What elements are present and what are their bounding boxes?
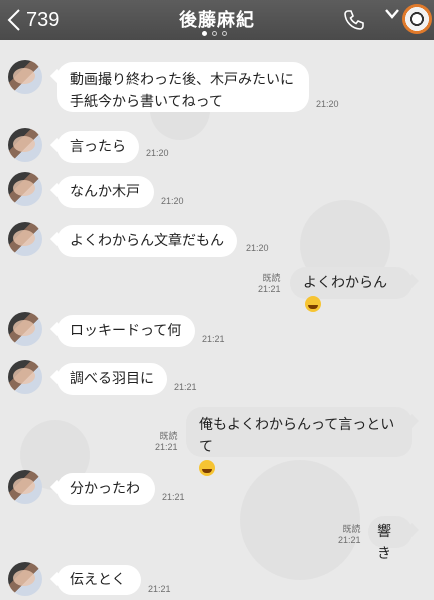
avatar[interactable]	[8, 360, 42, 394]
message-text: 動画撮り終わった後、木戸みたいに	[70, 72, 294, 88]
message-time: 21:21	[202, 334, 225, 344]
message-text: 俺もよくわからんって言っといて	[199, 417, 395, 455]
message-time: 21:20	[146, 148, 169, 158]
message-time: 21:21	[258, 284, 281, 294]
message-text: なんか木戸	[70, 184, 140, 200]
message-time: 21:20	[246, 243, 269, 253]
avatar[interactable]	[8, 60, 42, 94]
message-bubble: ロッキードって何	[57, 315, 195, 347]
avatar[interactable]	[8, 172, 42, 206]
message-time: 21:21	[155, 442, 178, 452]
chat-header: 739 後藤麻紀	[0, 0, 434, 40]
chevron-down-icon[interactable]	[385, 8, 399, 20]
read-receipt: 既読	[342, 524, 361, 534]
profile-avatar[interactable]	[402, 4, 432, 34]
message-bubble: なんか木戸	[57, 176, 154, 208]
message-read-time: 既読 21:21	[155, 431, 178, 453]
message-bubble: 言ったら	[57, 131, 139, 163]
message-bubble: 分かったわ	[57, 473, 155, 505]
message-bubble: 俺もよくわからんって言っといて	[186, 407, 412, 476]
phone-icon[interactable]	[342, 8, 366, 32]
message-time: 21:21	[174, 382, 197, 392]
page-indicator	[202, 31, 227, 36]
message-bubble: よくわからん	[290, 267, 412, 312]
message-bubble: よくわからん文章だもん	[57, 225, 237, 257]
message-text: 調べる羽目に	[70, 371, 154, 387]
message-time: 21:21	[148, 584, 171, 594]
message-time: 21:21	[162, 492, 185, 502]
message-text: よくわからん	[303, 275, 387, 291]
avatar[interactable]	[8, 470, 42, 504]
message-read-time: 既読 21:21	[258, 273, 281, 295]
message-text: 言ったら	[70, 139, 126, 155]
chat-title: 後藤麻紀	[179, 10, 255, 31]
avatar[interactable]	[8, 312, 42, 346]
message-bubble: 響き	[368, 516, 412, 562]
message-bubble: 伝えとく	[57, 565, 141, 595]
avatar[interactable]	[8, 128, 42, 162]
avatar[interactable]	[8, 562, 42, 596]
laughing-tears-emoji-icon	[199, 460, 215, 476]
read-receipt: 既読	[159, 431, 178, 441]
message-text: 伝えとく	[70, 572, 126, 588]
message-text: ロッキードって何	[70, 323, 182, 339]
message-text: 手紙今から書いてねって	[70, 94, 223, 110]
message-time: 21:21	[338, 535, 361, 545]
message-text: よくわからん文章だもん	[70, 233, 224, 249]
page-dot-active	[202, 31, 207, 36]
avatar[interactable]	[8, 222, 42, 256]
message-bubble: 調べる羽目に	[57, 363, 167, 395]
message-time: 21:20	[316, 99, 339, 109]
message-read-time: 既読 21:21	[338, 524, 361, 546]
page-dot	[222, 31, 227, 36]
message-text: 分かったわ	[70, 481, 140, 497]
message-bubble: 動画撮り終わった後、木戸みたいに 手紙今から書いてねって	[57, 62, 309, 112]
message-time: 21:20	[161, 196, 184, 206]
read-receipt: 既読	[262, 273, 281, 283]
page-dot	[212, 31, 217, 36]
message-text: 響き	[377, 524, 391, 562]
laughing-tears-emoji-icon	[305, 296, 321, 312]
